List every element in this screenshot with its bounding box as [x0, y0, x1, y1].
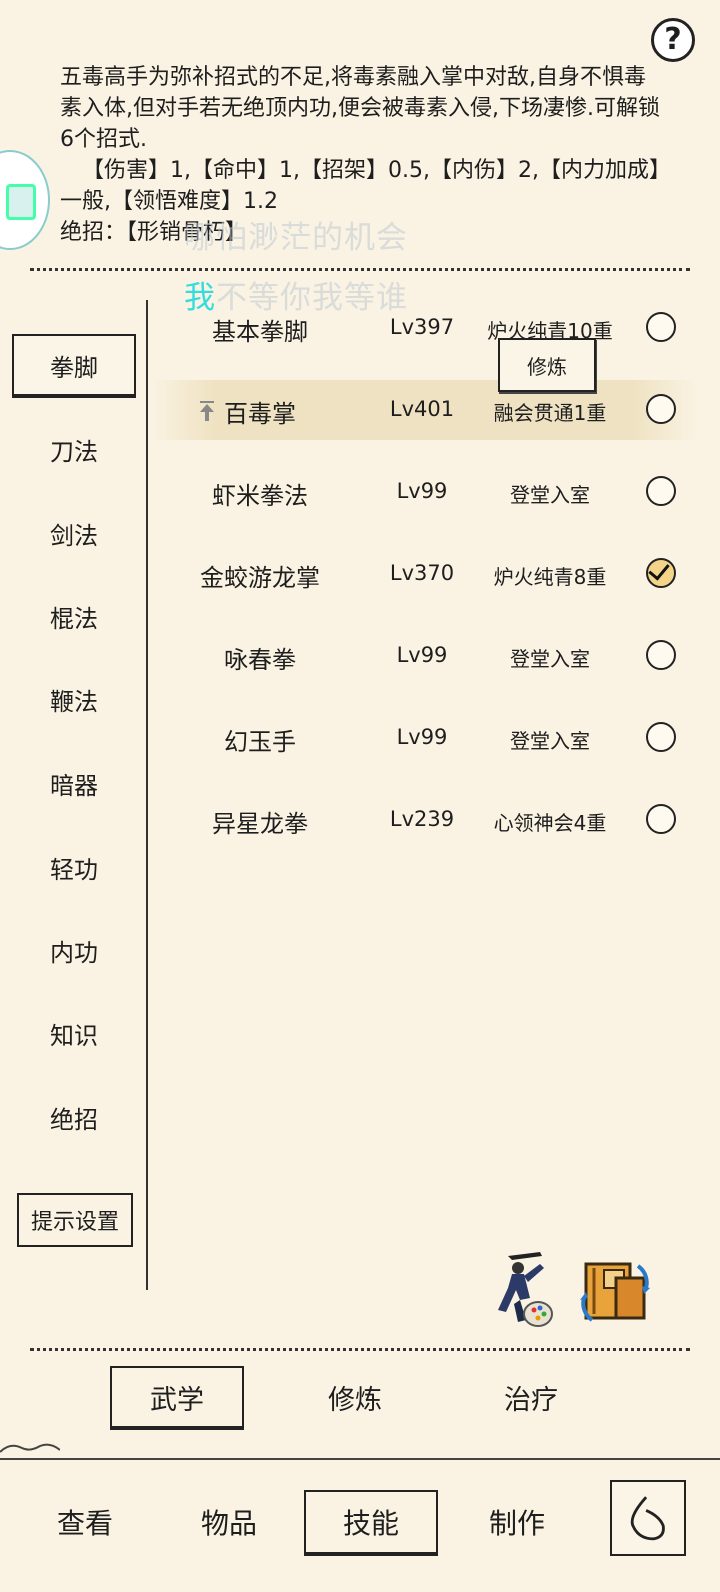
- skill-row[interactable]: 咏春拳 Lv99 登堂入室: [150, 626, 698, 686]
- nav-label: 技能: [342, 1507, 399, 1540]
- description-text: 五毒高手为弥补招式的不足,将毒素融入掌中对敌,自身不惧毒素入体,但对手若无绝顶内…: [60, 65, 660, 152]
- sidebar-item-gunfa[interactable]: 棍法: [12, 585, 136, 647]
- floating-assistant-icon[interactable]: [0, 150, 50, 250]
- sidebar-item-label: 内功: [50, 938, 98, 967]
- sidebar-divider: [146, 300, 148, 1290]
- ultimate-label: 绝招：: [60, 220, 127, 245]
- skill-row[interactable]: 幻玉手 Lv99 登堂入室: [150, 708, 698, 768]
- sidebar-item-daofa[interactable]: 刀法: [12, 418, 136, 480]
- sidebar-item-label: 绝招: [50, 1105, 98, 1134]
- nav-label: 制作: [488, 1507, 545, 1540]
- skill-name: 虾米拳法: [212, 482, 308, 510]
- sidebar-item-label: 刀法: [50, 437, 98, 466]
- nav-tab-craft[interactable]: 制作: [450, 1490, 584, 1554]
- tab-xiulian[interactable]: 修炼: [288, 1366, 422, 1428]
- skill-level: Lv397: [389, 315, 455, 339]
- sidebar-item-zhishi[interactable]: 知识: [12, 1002, 136, 1064]
- nav-label: 查看: [56, 1507, 113, 1540]
- question-icon: ?: [664, 22, 682, 57]
- skill-rank: 融会贯通1重: [493, 401, 607, 425]
- nav-tab-skills[interactable]: 技能: [304, 1490, 438, 1554]
- skill-rank: 登堂入室: [510, 483, 590, 507]
- sidebar-item-label: 拳脚: [50, 353, 98, 382]
- sidebar-item-bianfa[interactable]: 鞭法: [12, 668, 136, 730]
- sidebar-item-anqi[interactable]: 暗器: [12, 752, 136, 814]
- skill-row[interactable]: 金蛟游龙掌 Lv370 炉火纯青8重: [150, 544, 698, 604]
- skill-rank: 登堂入室: [510, 729, 590, 753]
- tab-label: 修炼: [328, 1384, 382, 1416]
- skill-name: 咏春拳: [224, 646, 296, 674]
- skill-select-radio[interactable]: [646, 722, 676, 752]
- watermark-line-1: 哪怕渺茫的机会: [184, 220, 408, 256]
- app-square-icon: [6, 184, 36, 220]
- skill-row[interactable]: 异星龙拳 Lv239 心领神会4重: [150, 790, 698, 850]
- back-button[interactable]: [610, 1480, 686, 1556]
- skill-rank: 心领神会4重: [493, 811, 607, 835]
- sidebar-item-neigong[interactable]: 内功: [12, 919, 136, 981]
- tab-wuxue[interactable]: 武学: [110, 1366, 244, 1428]
- skill-name: 百毒掌: [224, 400, 296, 428]
- skill-select-radio-checked[interactable]: [646, 558, 676, 588]
- check-icon: [648, 558, 670, 581]
- tab-label: 治疗: [504, 1384, 558, 1416]
- skill-rank: 登堂入室: [510, 647, 590, 671]
- nav-tab-view[interactable]: 查看: [18, 1490, 152, 1554]
- manual-swap-icon[interactable]: [580, 1258, 650, 1324]
- train-button[interactable]: 修炼: [498, 338, 596, 392]
- skill-level: Lv99: [396, 725, 448, 749]
- back-icon: [630, 1496, 665, 1541]
- skill-row[interactable]: 虾米拳法 Lv99 登堂入室: [150, 462, 698, 522]
- sidebar-item-label: 鞭法: [50, 687, 98, 716]
- nav-divider: [0, 1458, 720, 1460]
- skill-level: Lv401: [389, 397, 455, 421]
- skill-rank: 炉火纯青8重: [493, 565, 607, 589]
- skill-level: Lv239: [389, 807, 455, 831]
- description-stats: 【伤害】1,【命中】1,【招架】0.5,【内伤】2,【内力加成】一般,【领悟难度…: [60, 158, 660, 214]
- hint-settings-button[interactable]: 提示设置: [17, 1193, 133, 1247]
- tab-label: 武学: [150, 1384, 204, 1416]
- sidebar-item-quanjiao[interactable]: 拳脚: [12, 334, 136, 396]
- skill-select-radio[interactable]: [646, 804, 676, 834]
- sidebar-item-jianfa[interactable]: 剑法: [12, 502, 136, 564]
- skill-select-radio[interactable]: [646, 640, 676, 670]
- skill-select-radio[interactable]: [646, 312, 676, 342]
- sidebar-item-label: 暗器: [50, 771, 98, 800]
- skill-name: 幻玉手: [224, 728, 296, 756]
- skill-level: Lv370: [389, 561, 455, 585]
- sidebar-item-label: 剑法: [50, 521, 98, 550]
- nav-label: 物品: [200, 1507, 257, 1540]
- divider-top: [30, 268, 690, 271]
- skill-row-selected[interactable]: 百毒掌 Lv401 融会贯通1重: [150, 380, 698, 440]
- skill-name: 异星龙拳: [212, 810, 308, 838]
- sidebar-item-label: 知识: [50, 1021, 98, 1050]
- nav-tab-items[interactable]: 物品: [162, 1490, 296, 1554]
- skill-name: 基本拳脚: [212, 318, 308, 346]
- sidebar-item-qinggong[interactable]: 轻功: [12, 836, 136, 898]
- skill-select-radio[interactable]: [646, 394, 676, 424]
- divider-bottom: [30, 1348, 690, 1351]
- sidebar-item-juezhao[interactable]: 绝招: [12, 1086, 136, 1148]
- skill-level: Lv99: [396, 643, 448, 667]
- help-button[interactable]: ?: [651, 18, 695, 62]
- sidebar-item-label: 棍法: [50, 604, 98, 633]
- skill-row[interactable]: 基本拳脚 Lv397 炉火纯青10重: [150, 298, 698, 358]
- sidebar-item-label: 轻功: [50, 855, 98, 884]
- skill-select-radio[interactable]: [646, 476, 676, 506]
- skill-level: Lv99: [396, 479, 448, 503]
- nav-divider-flourish: [0, 1443, 60, 1453]
- tab-zhiliao[interactable]: 治疗: [464, 1366, 598, 1428]
- skill-name: 金蛟游龙掌: [200, 564, 320, 592]
- martial-artist-icon[interactable]: [490, 1250, 556, 1334]
